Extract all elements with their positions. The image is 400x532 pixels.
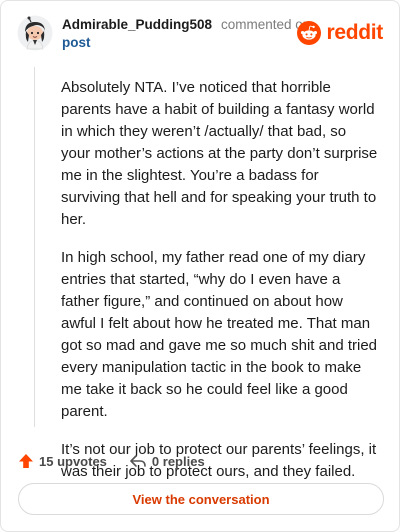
view-conversation-button[interactable]: View the conversation [18,483,384,515]
reply-button[interactable]: 0 replies [129,453,205,469]
username-link[interactable]: Admirable_Pudding508 [62,17,212,32]
reddit-wordmark: reddit [326,21,383,44]
comment-header: Admirable_Pudding508 commented on post r… [17,15,385,55]
comment-actions: 15 upvotes 0 replies [18,449,227,473]
upvote-icon [19,454,33,468]
reddit-logo[interactable]: reddit [297,19,383,47]
comment-paragraph: Absolutely NTA. I’ve noticed that horrib… [61,79,378,228]
comment-card: Admirable_Pudding508 commented on post r… [0,0,400,532]
upvote-count: 15 upvotes [39,453,107,469]
upvote-button[interactable]: 15 upvotes [18,453,107,469]
comment-body: Absolutely NTA. I’ve noticed that horrib… [61,77,379,499]
comment-paragraph: In high school, my father read one of my… [61,249,378,420]
reply-icon [130,455,146,467]
post-link[interactable]: post [62,35,91,50]
avatar[interactable] [17,15,53,51]
thread-line [34,67,35,427]
reddit-logo-icon [297,21,322,45]
reply-count: 0 replies [151,453,205,469]
